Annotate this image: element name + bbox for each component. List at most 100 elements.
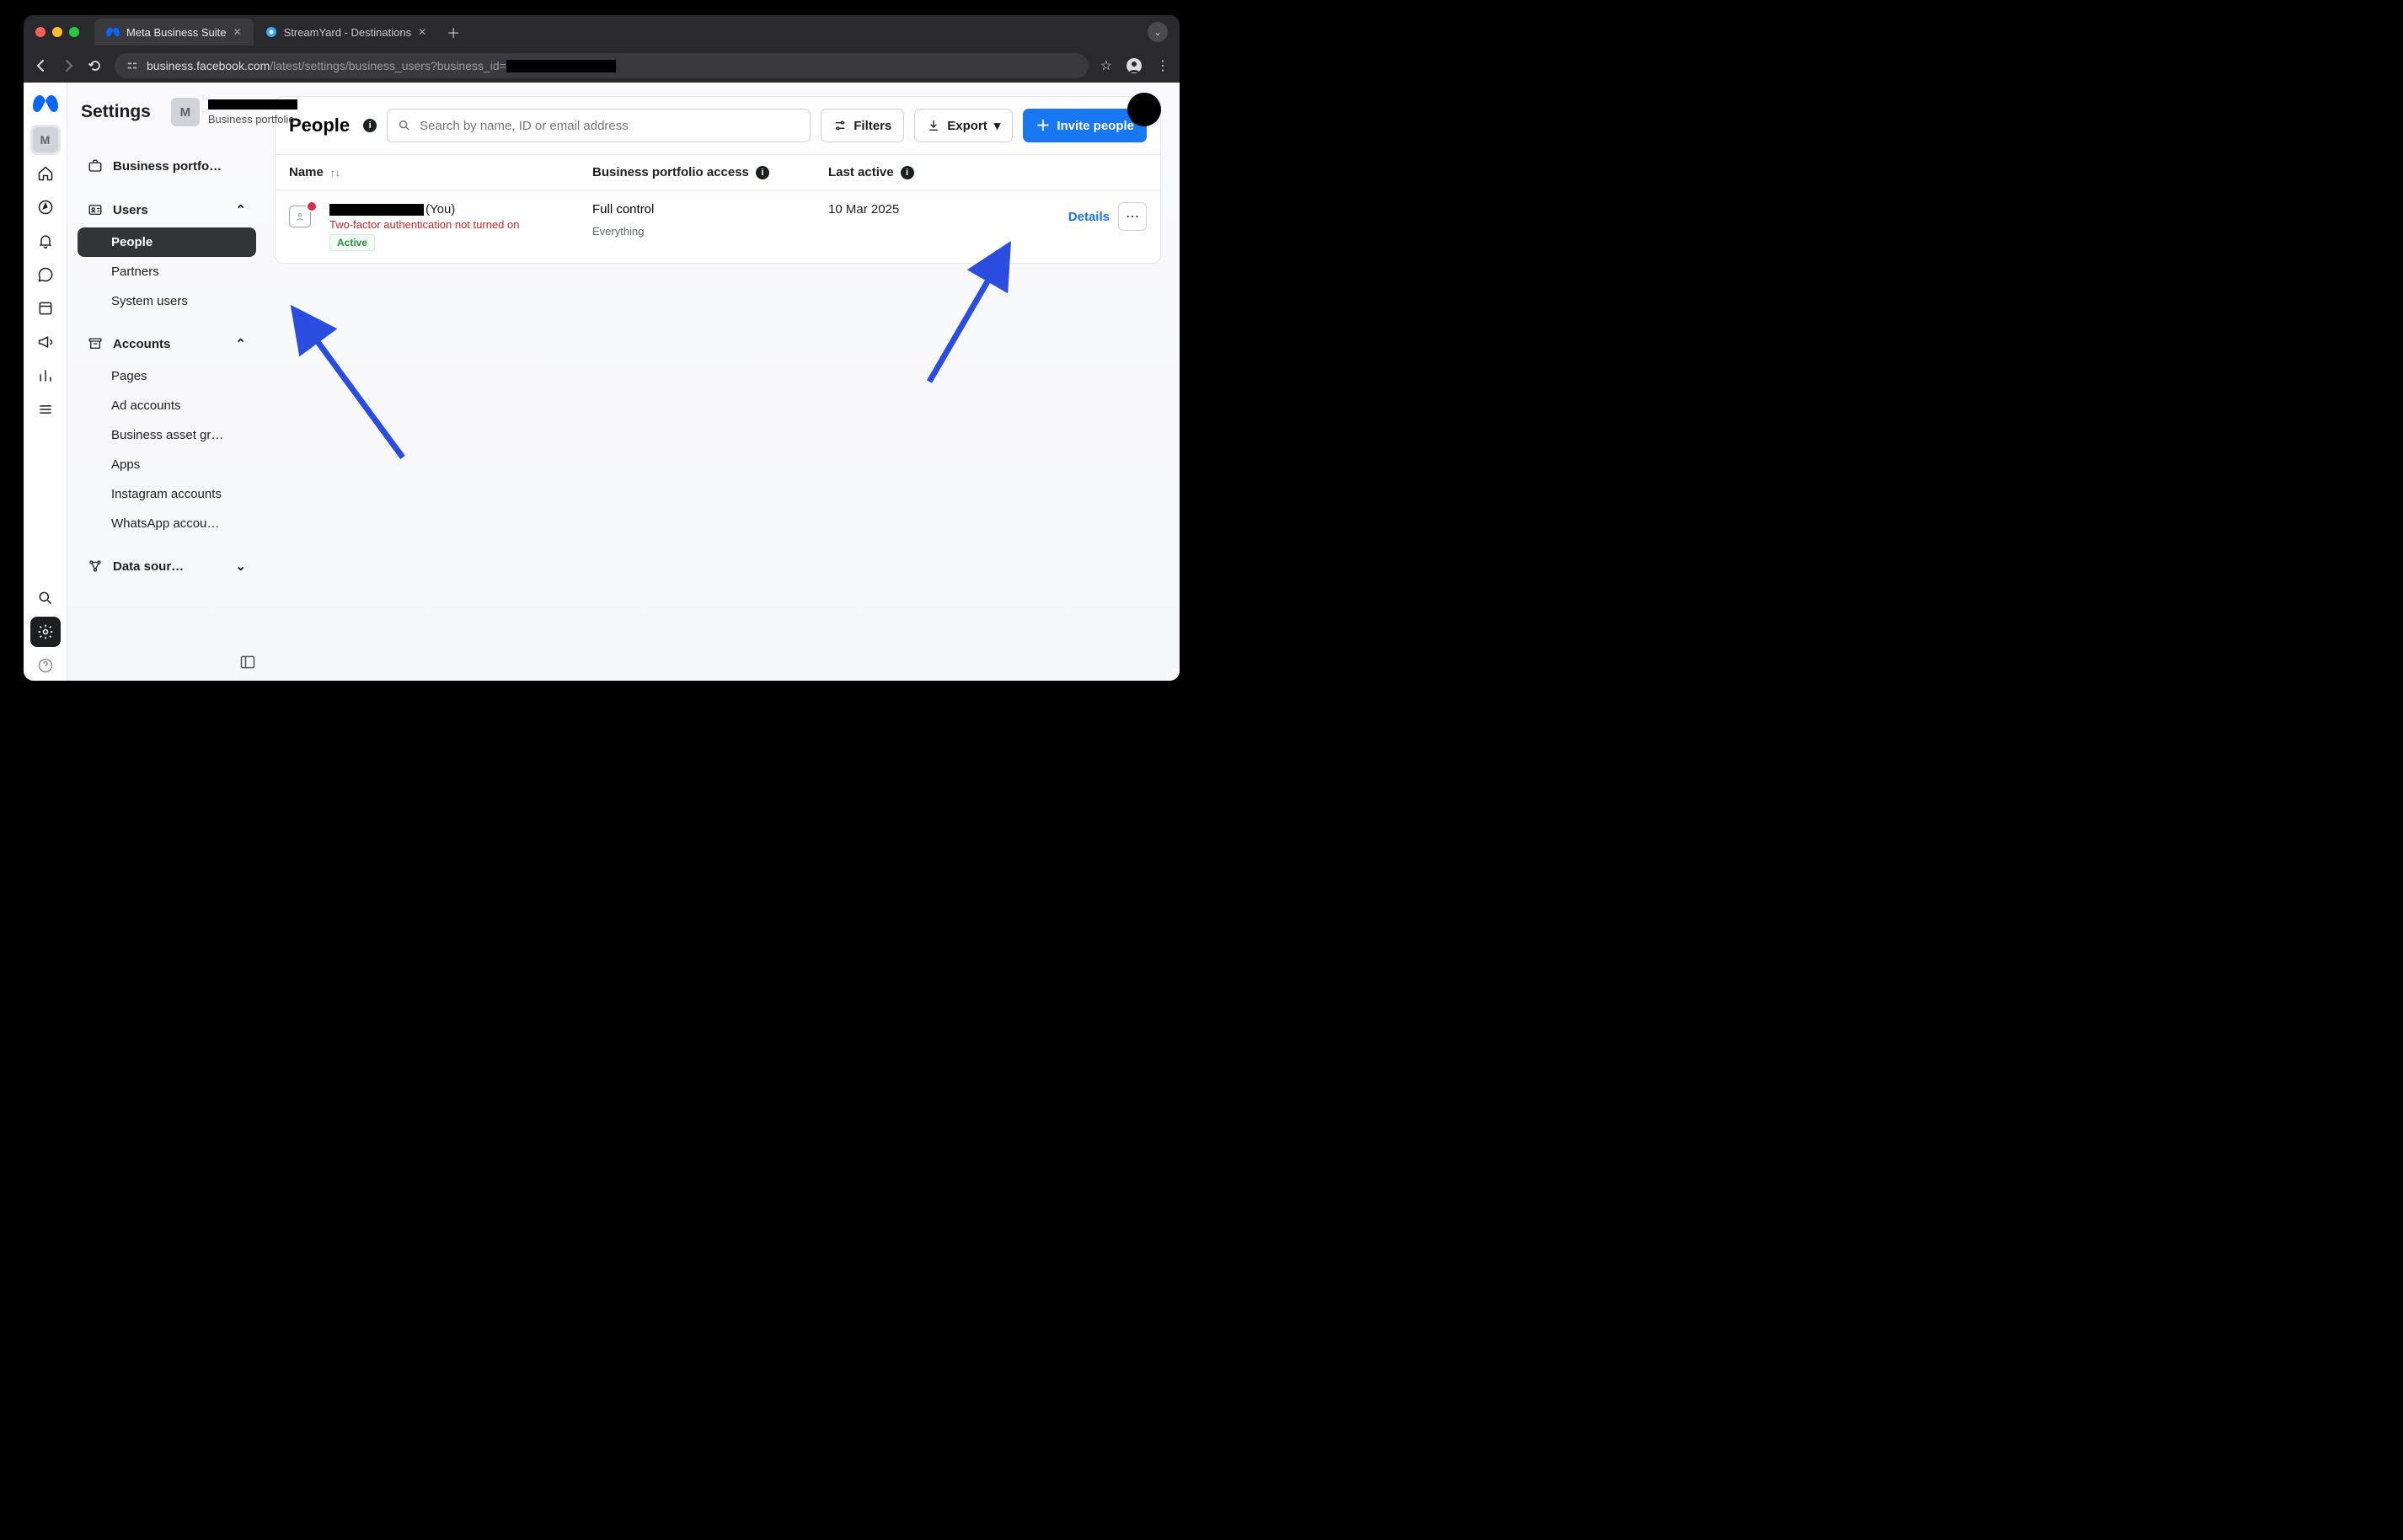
rail-home-icon[interactable] bbox=[30, 158, 61, 189]
tab-title: Meta Business Suite bbox=[126, 26, 227, 39]
meta-favicon bbox=[106, 25, 120, 39]
profile-icon[interactable] bbox=[1126, 57, 1143, 74]
page-title: Settings bbox=[81, 102, 151, 122]
id-card-icon bbox=[88, 202, 103, 217]
redacted-portfolio-name bbox=[208, 99, 297, 110]
search-input-wrapper[interactable] bbox=[387, 109, 811, 142]
rail-help-icon[interactable] bbox=[30, 650, 61, 681]
rail-search-icon[interactable] bbox=[30, 583, 61, 613]
rail-settings-icon[interactable] bbox=[30, 617, 61, 647]
plus-icon: ＋ bbox=[1036, 119, 1050, 133]
rail-insights-icon[interactable] bbox=[30, 361, 61, 391]
chevron-down-icon: ⌄ bbox=[235, 559, 246, 574]
details-link[interactable]: Details bbox=[1068, 210, 1110, 224]
rail-compass-icon[interactable] bbox=[30, 192, 61, 222]
export-button[interactable]: Export ▾ bbox=[914, 109, 1013, 142]
you-suffix: (You) bbox=[425, 202, 455, 217]
tab-title: StreamYard - Destinations bbox=[284, 26, 412, 39]
info-icon[interactable]: i bbox=[363, 119, 377, 132]
browser-tab-active[interactable]: Meta Business Suite ✕ bbox=[94, 19, 254, 45]
redacted-user-name bbox=[329, 204, 424, 216]
rail-hamburger-icon[interactable] bbox=[30, 394, 61, 425]
main-panel: People i Filters Export ▾ bbox=[266, 83, 1180, 681]
sort-icon[interactable]: ↑↓ bbox=[330, 167, 340, 179]
access-scope: Everything bbox=[592, 225, 644, 238]
filters-button[interactable]: Filters bbox=[821, 109, 904, 142]
tabs-overflow-button[interactable]: ⌄ bbox=[1148, 22, 1168, 42]
rail-account-switcher[interactable]: M bbox=[30, 125, 61, 155]
column-access: Business portfolio access bbox=[592, 165, 749, 179]
browser-toolbar: business.facebook.com/latest/settings/bu… bbox=[24, 49, 1180, 83]
browser-titlebar: Meta Business Suite ✕ StreamYard - Desti… bbox=[24, 15, 1180, 49]
portfolio-subtitle: Business portfolio bbox=[208, 113, 297, 126]
chevron-up-icon: ⌃ bbox=[235, 202, 246, 217]
redacted-url-segment bbox=[506, 60, 616, 72]
sidebar-section-accounts[interactable]: Accounts ⌃ bbox=[78, 328, 256, 360]
sidebar-item-pages[interactable]: Pages bbox=[78, 361, 256, 391]
back-button[interactable] bbox=[34, 59, 49, 72]
sidebar-item-whatsapp-accounts[interactable]: WhatsApp accou… bbox=[78, 509, 256, 538]
sidebar-item-system-users[interactable]: System users bbox=[78, 286, 256, 316]
left-icon-rail: M bbox=[24, 83, 67, 681]
column-name[interactable]: Name bbox=[289, 165, 324, 179]
sidebar-label: Accounts bbox=[113, 337, 170, 351]
browser-tab[interactable]: StreamYard - Destinations ✕ bbox=[254, 19, 439, 45]
table-header: Name ↑↓ Business portfolio access i Last… bbox=[276, 154, 1160, 190]
search-input[interactable] bbox=[420, 119, 800, 133]
briefcase-icon bbox=[88, 158, 103, 174]
table-row[interactable]: (You) Two-factor authentication not turn… bbox=[276, 190, 1160, 263]
url-text: business.facebook.com/latest/settings/bu… bbox=[147, 59, 616, 73]
caret-down-icon: ▾ bbox=[994, 118, 1001, 133]
site-settings-icon[interactable] bbox=[126, 60, 138, 72]
sidebar-collapse-icon[interactable] bbox=[239, 654, 256, 671]
meta-logo-icon[interactable] bbox=[33, 91, 58, 116]
sidebar-item-ad-accounts[interactable]: Ad accounts bbox=[78, 391, 256, 420]
alert-badge-icon bbox=[306, 201, 318, 212]
nodes-icon bbox=[88, 559, 103, 574]
user-row-icon bbox=[289, 202, 314, 227]
sidebar-section-data-sources[interactable]: Data sour… ⌄ bbox=[78, 550, 256, 582]
reload-button[interactable] bbox=[88, 59, 103, 72]
rail-bell-icon[interactable] bbox=[30, 226, 61, 256]
streamyard-favicon bbox=[265, 26, 277, 38]
rail-chat-icon[interactable] bbox=[30, 259, 61, 290]
portfolio-switcher[interactable]: M Business portfolio bbox=[171, 98, 297, 126]
chevron-up-icon: ⌃ bbox=[235, 336, 246, 351]
sidebar-item-business-portfolio[interactable]: Business portfo… bbox=[78, 150, 256, 182]
sliders-icon bbox=[833, 119, 847, 132]
search-icon bbox=[398, 119, 411, 132]
section-title: People bbox=[289, 115, 350, 136]
last-active-date: 10 Mar 2025 bbox=[828, 202, 899, 217]
row-more-button[interactable]: ⋯ bbox=[1118, 202, 1147, 231]
tab-close-icon[interactable]: ✕ bbox=[233, 26, 242, 38]
info-icon[interactable]: i bbox=[901, 166, 914, 179]
bookmark-star-icon[interactable]: ☆ bbox=[1100, 57, 1112, 74]
sidebar-item-business-asset-groups[interactable]: Business asset gr… bbox=[78, 420, 256, 450]
browser-menu-icon[interactable]: ⋮ bbox=[1156, 57, 1169, 74]
sidebar-label: Users bbox=[113, 203, 148, 217]
window-maximize-button[interactable] bbox=[69, 27, 79, 37]
download-icon bbox=[927, 119, 940, 132]
settings-sidebar: Settings M Business portfolio Business p… bbox=[67, 83, 266, 681]
access-level: Full control bbox=[592, 202, 654, 217]
status-badge: Active bbox=[329, 234, 375, 251]
sidebar-item-instagram-accounts[interactable]: Instagram accounts bbox=[78, 479, 256, 509]
rail-megaphone-icon[interactable] bbox=[30, 327, 61, 357]
rail-posts-icon[interactable] bbox=[30, 293, 61, 324]
window-minimize-button[interactable] bbox=[52, 27, 62, 37]
tab-close-icon[interactable]: ✕ bbox=[418, 26, 426, 38]
sidebar-section-users[interactable]: Users ⌃ bbox=[78, 194, 256, 226]
address-bar[interactable]: business.facebook.com/latest/settings/bu… bbox=[115, 53, 1089, 78]
column-last-active: Last active bbox=[828, 165, 894, 179]
user-avatar[interactable] bbox=[1127, 93, 1161, 126]
info-icon[interactable]: i bbox=[756, 166, 769, 179]
sidebar-label: Business portfo… bbox=[113, 159, 222, 174]
sidebar-item-partners[interactable]: Partners bbox=[78, 257, 256, 286]
window-close-button[interactable] bbox=[35, 27, 45, 37]
forward-button[interactable] bbox=[61, 59, 76, 72]
archive-icon bbox=[88, 336, 103, 351]
sidebar-item-apps[interactable]: Apps bbox=[78, 450, 256, 479]
sidebar-item-people[interactable]: People bbox=[78, 227, 256, 257]
sidebar-label: Data sour… bbox=[113, 559, 184, 574]
new-tab-button[interactable]: ＋ bbox=[443, 22, 463, 42]
